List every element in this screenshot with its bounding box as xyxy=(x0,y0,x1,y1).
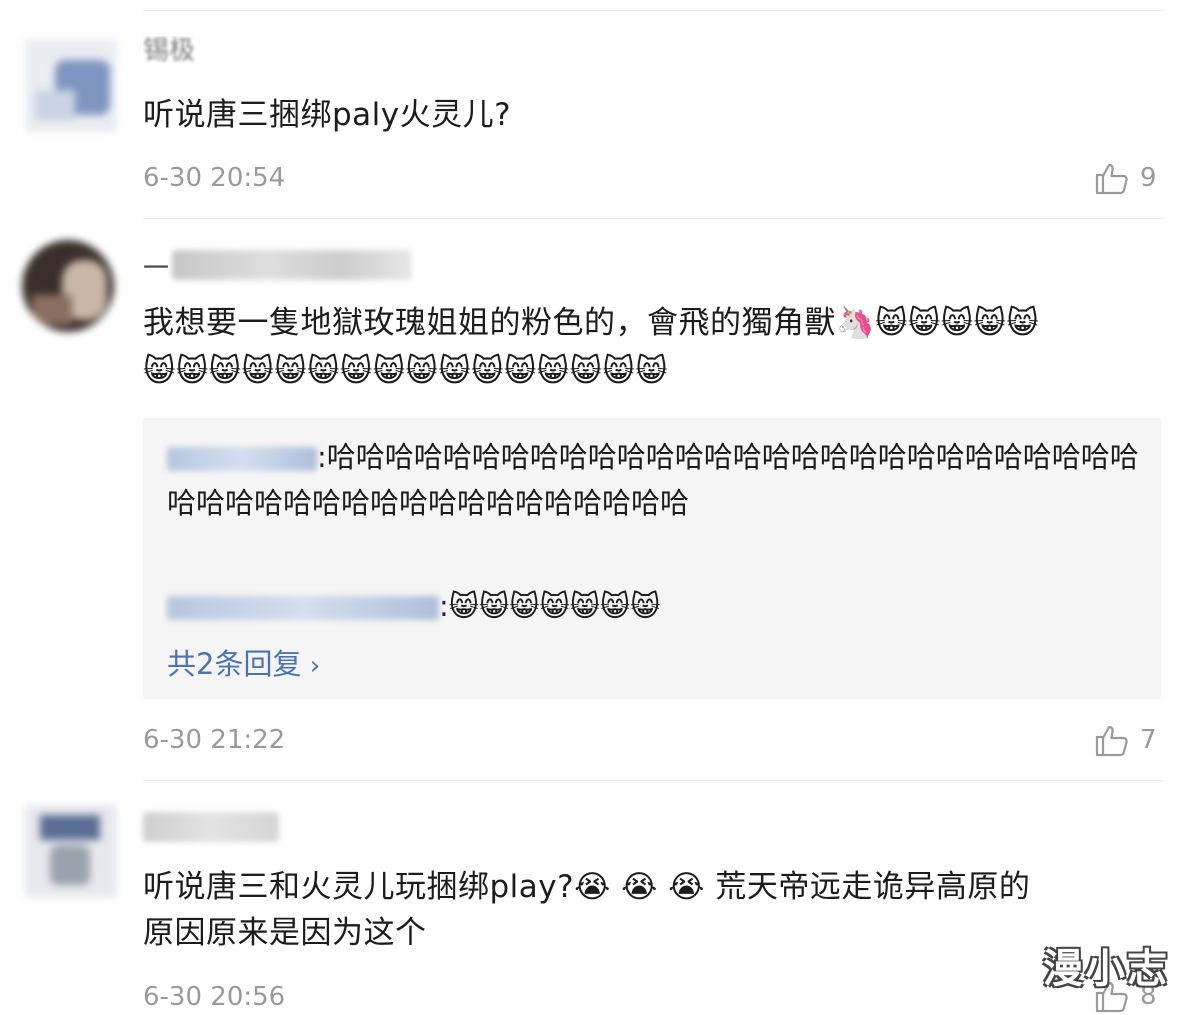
comment-text-line-1: 我想要一隻地獄玫瑰姐姐的粉色的，會飛的獨角獸🦄😸😸😸😸😸 xyxy=(143,305,1040,341)
like-button[interactable]: 7 xyxy=(1094,722,1157,758)
author-name-blurred xyxy=(172,250,412,280)
top-divider xyxy=(143,10,1163,11)
divider xyxy=(143,218,1163,219)
avatar[interactable] xyxy=(22,240,114,332)
reply-item: :😸😸😸😸😸😸😸 xyxy=(167,583,1142,629)
author-name[interactable]: 一 xyxy=(143,248,169,285)
divider xyxy=(143,780,1163,781)
comment-text-line-2: 原因原来是因为这个 xyxy=(143,915,427,951)
avatar[interactable] xyxy=(25,40,117,132)
reply-item: :哈哈哈哈哈哈哈哈哈哈哈哈哈哈哈哈哈哈哈哈哈哈哈哈哈哈哈哈哈哈哈哈哈哈哈哈哈哈哈… xyxy=(167,434,1142,526)
like-button[interactable]: 9 xyxy=(1094,160,1157,196)
comment-time: 6-30 20:54 xyxy=(143,163,286,193)
watermark: 漫小志 xyxy=(1043,946,1169,992)
comment-text-line-1: 听说唐三和火灵儿玩捆绑play?😭 😭 😭 荒天帝远走诡异高原的 xyxy=(143,869,1031,905)
like-count: 9 xyxy=(1140,163,1157,193)
author-name-blurred[interactable] xyxy=(143,812,279,842)
comment-time: 6-30 21:22 xyxy=(143,725,286,755)
comment-time: 6-30 20:56 xyxy=(143,982,286,1012)
reply-preview-box[interactable]: :哈哈哈哈哈哈哈哈哈哈哈哈哈哈哈哈哈哈哈哈哈哈哈哈哈哈哈哈哈哈哈哈哈哈哈哈哈哈哈… xyxy=(143,418,1161,699)
reply-author-name[interactable] xyxy=(167,447,317,471)
view-all-replies-link[interactable]: 共2条回复 › xyxy=(167,641,320,683)
avatar[interactable] xyxy=(25,805,117,897)
thumbs-up-icon xyxy=(1095,163,1128,195)
comment-text: 听说唐三捆绑paly火灵儿? xyxy=(143,97,512,133)
like-count: 7 xyxy=(1140,725,1157,755)
thumbs-up-icon xyxy=(1095,725,1128,757)
comment-text-line-2: 😸😸😸😸😸😸😸😸😸😸😸😸😸😸😸😸 xyxy=(143,353,669,389)
reply-text: :😸😸😸😸😸😸😸 xyxy=(439,589,661,623)
chevron-right-icon: › xyxy=(301,651,321,681)
reply-author-name[interactable] xyxy=(167,596,439,620)
author-name[interactable]: 锡极 xyxy=(143,36,207,66)
